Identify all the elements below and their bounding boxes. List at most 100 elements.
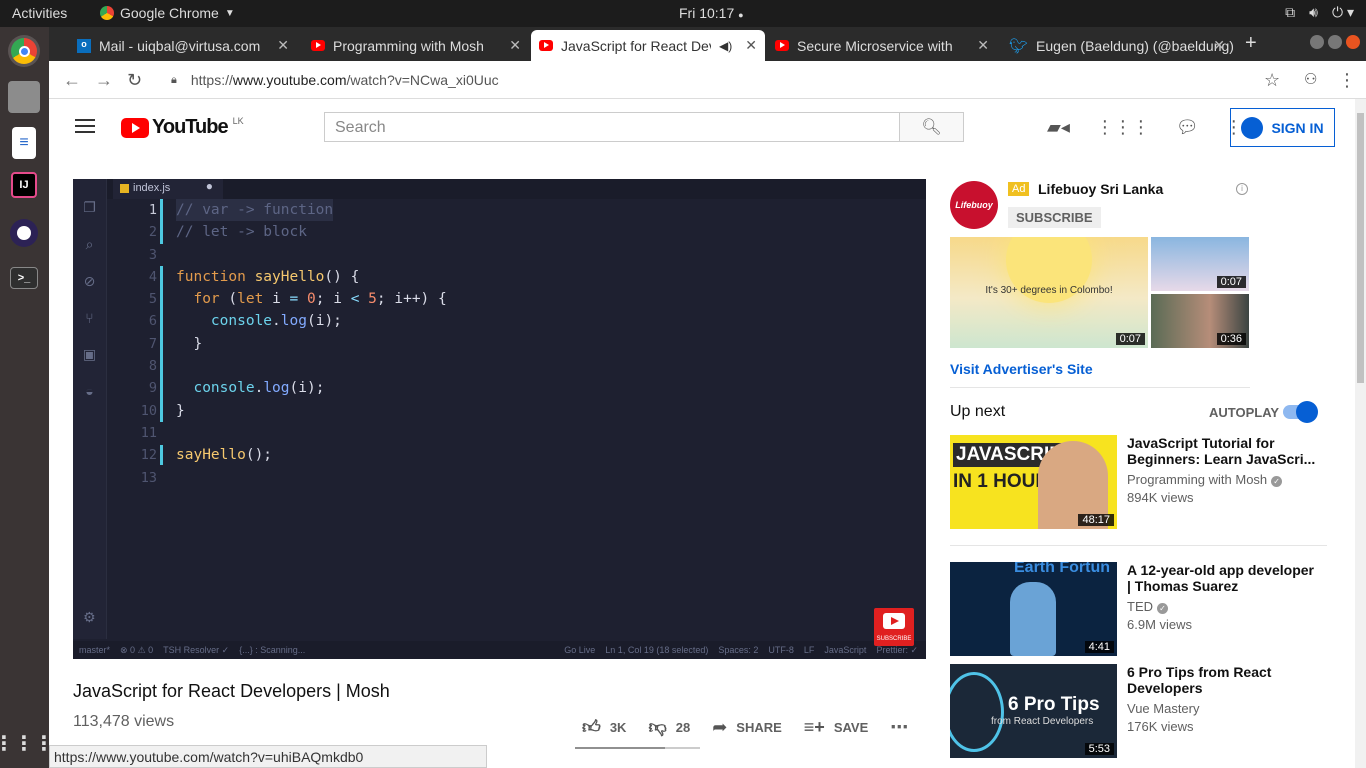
line-number: 10 xyxy=(140,402,157,419)
tab-mail[interactable]: o Mail - uiqbal@virtusa.com ✕ xyxy=(69,30,297,61)
channel-name[interactable]: Programming with Mosh ✓ xyxy=(1127,472,1283,487)
visit-advertiser-link[interactable]: Visit Advertiser's Site xyxy=(950,361,1093,377)
subscribe-watermark[interactable]: SUBSCRIBE xyxy=(874,608,914,646)
code-text: // let -> block xyxy=(176,224,307,241)
lifebuoy-logo[interactable]: Lifebuoy xyxy=(950,181,998,229)
back-icon[interactable]: ← xyxy=(63,70,81,91)
files-icon[interactable] xyxy=(8,81,40,113)
chrome-launcher-icon[interactable] xyxy=(8,35,40,67)
line-number: 3 xyxy=(148,246,157,263)
view-count: 176K views xyxy=(1127,719,1194,734)
like-ratio-bar xyxy=(575,747,700,749)
view-count: 113,478 views xyxy=(73,713,175,730)
line-number: 5 xyxy=(148,291,157,308)
git-change-marker xyxy=(160,445,163,465)
messages-icon[interactable]: 💬︎ xyxy=(1176,117,1199,138)
video-player[interactable]: ❐ ⌕ ⊘ ⑂ ▣ ◒ ⚙ index.js ● 1 // var -> funct… xyxy=(73,179,926,659)
chevron-down-icon: ▼ xyxy=(224,7,235,19)
status-item: {...} : Scanning... xyxy=(239,644,306,655)
eclipse-icon[interactable] xyxy=(10,219,38,247)
channel-name[interactable]: TED ✓ xyxy=(1127,599,1168,614)
app-menu[interactable]: Google Chrome ▼ xyxy=(100,5,235,21)
video-title[interactable]: 6 Pro Tips from React Developers xyxy=(1127,664,1317,696)
create-video-icon[interactable]: ▰◂ xyxy=(1047,117,1070,138)
link-status-bubble: https://www.youtube.com/watch?v=uhiBAQmk… xyxy=(49,745,487,768)
docker-icon: ◒ xyxy=(85,383,94,399)
youtube-icon xyxy=(539,40,553,51)
line-number: 8 xyxy=(148,358,157,375)
divider xyxy=(950,545,1327,546)
close-tab-icon[interactable]: ✕ xyxy=(1213,37,1225,54)
advertiser-name[interactable]: Lifebuoy Sri Lanka xyxy=(1038,181,1163,197)
tab-twitter[interactable]: 🐦︎ Eugen (Baeldung) (@baeldung) ✕ xyxy=(1001,30,1233,61)
status-item: Spaces: 2 xyxy=(718,644,759,655)
terminal-icon[interactable]: >_ xyxy=(10,267,38,289)
address-bar[interactable]: 🔒︎ https://www.youtube.com/watch?v=NCwa_… xyxy=(157,65,1267,95)
window-controls[interactable] xyxy=(1310,35,1360,49)
line-number: 1 xyxy=(148,202,157,218)
apps-grid-icon[interactable]: ⋮⋮⋮ xyxy=(1096,117,1150,138)
youtube-logo[interactable]: YouTube LK xyxy=(121,116,244,139)
like-button[interactable]: 👍︎ 3K xyxy=(582,716,626,738)
close-tab-icon[interactable]: ✕ xyxy=(509,37,521,54)
share-button[interactable]: ➦ SHARE xyxy=(712,717,782,738)
ad-main-video[interactable]: It's 30+ degrees in Colombo! 0:07 xyxy=(950,237,1148,348)
app-name: Google Chrome xyxy=(120,5,219,21)
close-tab-icon[interactable]: ✕ xyxy=(977,37,989,54)
editor-tab-file: index.js ● xyxy=(113,179,223,199)
code-line: 5 for (let i = 0; i < 5; i++) { xyxy=(107,288,926,310)
code-line: 11 xyxy=(107,422,926,444)
activities-button[interactable]: Activities xyxy=(12,5,67,21)
system-tray[interactable]: ⧉ 🔊︎ ⏻ ▾ xyxy=(1285,4,1354,21)
forward-icon[interactable]: → xyxy=(95,70,113,91)
code-line: 9 console.log(i); xyxy=(107,377,926,399)
launcher-dock: ≡ IJ >_ ⋮⋮⋮ xyxy=(0,27,54,768)
git-icon: ⑂ xyxy=(85,310,94,326)
tab-current[interactable]: JavaScript for React Developers ◀) ✕ xyxy=(531,30,765,61)
reload-icon[interactable]: ↻ xyxy=(127,70,142,91)
autoplay-toggle[interactable] xyxy=(1283,401,1318,423)
close-tab-icon[interactable]: ✕ xyxy=(277,37,289,54)
info-icon[interactable]: i xyxy=(1236,183,1248,195)
search-button[interactable]: 🔍︎ xyxy=(899,112,964,142)
audio-playing-icon[interactable]: ◀) xyxy=(719,39,732,53)
tab-microservice[interactable]: Secure Microservice with ✕ xyxy=(767,30,997,61)
search-input[interactable]: Search xyxy=(324,112,900,142)
new-tab-button[interactable]: + xyxy=(1245,32,1257,55)
scrollbar[interactable] xyxy=(1355,99,1366,768)
status-item: UTF-8 xyxy=(768,644,794,655)
writer-icon[interactable]: ≡ xyxy=(12,127,36,159)
duration-badge: 4:41 xyxy=(1084,641,1114,653)
tab-mosh[interactable]: Programming with Mosh ✕ xyxy=(303,30,529,61)
video-title[interactable]: JavaScript Tutorial for Beginners: Learn… xyxy=(1127,435,1317,467)
duration-badge: 48:17 xyxy=(1078,514,1114,526)
status-item: master* xyxy=(79,644,111,655)
more-actions-icon[interactable]: ⋯ xyxy=(890,717,908,738)
channel-name[interactable]: Vue Mastery xyxy=(1127,701,1200,716)
code-editor: 1 // var -> function 2 // let -> block 3 4 fun… xyxy=(107,199,926,489)
intellij-icon[interactable]: IJ xyxy=(11,172,37,198)
show-apps-icon[interactable]: ⋮⋮⋮ xyxy=(0,727,54,759)
status-item: TSH Resolver ✓ xyxy=(163,644,230,655)
ad-subscribe-button[interactable]: SUBSCRIBE xyxy=(1008,207,1101,228)
bookmark-star-icon[interactable]: ☆ xyxy=(1264,70,1280,91)
video-thumbnail[interactable]: Earth Fortun 4:41 xyxy=(950,562,1117,656)
video-thumbnail[interactable]: JAVASCRIPT IN 1 HOUR 48:17 xyxy=(950,435,1117,529)
youtube-icon xyxy=(311,40,325,51)
ad-thumbnail[interactable]: 0:07 xyxy=(1151,237,1249,291)
dislike-button[interactable]: 👎︎ 28 xyxy=(648,716,690,738)
duration-badge: 0:36 xyxy=(1216,333,1246,345)
code-text: sayHello(); xyxy=(176,447,273,464)
debug-icon: ⊘ xyxy=(83,273,96,289)
video-thumbnail[interactable]: 6 Pro Tips from React Developers 5:53 xyxy=(950,664,1117,758)
chrome-menu-icon[interactable]: ⋮ xyxy=(1338,70,1356,91)
ad-thumbnail[interactable]: 0:36 xyxy=(1151,294,1249,348)
clock[interactable]: Fri 10:17 ● xyxy=(679,5,744,21)
extension-icon[interactable]: ⚇ xyxy=(1304,70,1317,88)
menu-icon[interactable] xyxy=(75,119,95,133)
close-tab-icon[interactable]: ✕ xyxy=(745,37,757,54)
status-item: Go Live xyxy=(564,644,596,655)
sign-in-button[interactable]: SIGN IN xyxy=(1230,108,1335,147)
video-title[interactable]: A 12-year-old app developer | Thomas Sua… xyxy=(1127,562,1317,594)
save-button[interactable]: ≡+ SAVE xyxy=(804,717,868,738)
